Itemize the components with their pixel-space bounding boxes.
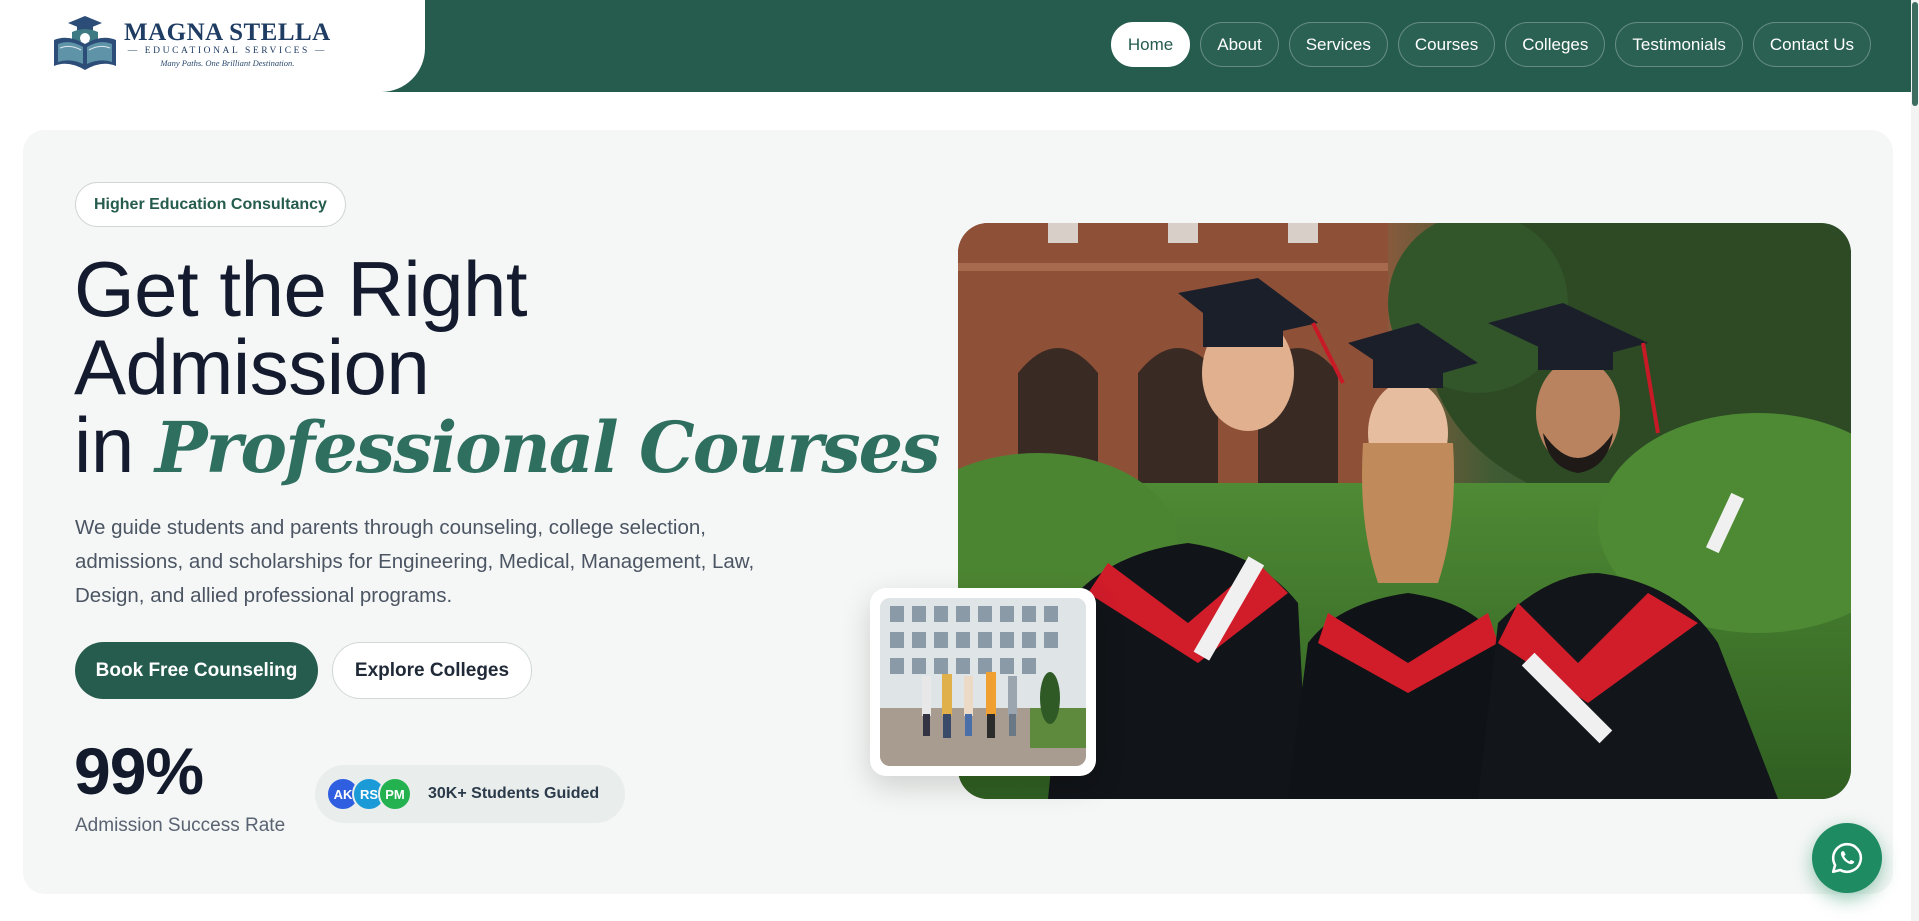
headline-line-3: in Professional Courses <box>74 406 941 487</box>
book-counseling-button[interactable]: Book Free Counseling <box>75 642 318 699</box>
explore-colleges-button[interactable]: Explore Colleges <box>332 642 532 699</box>
book-graduation-logo-icon <box>54 16 116 70</box>
headline-line-1: Get the Right <box>74 245 528 333</box>
nav-item-contact[interactable]: Contact Us <box>1752 22 1871 67</box>
main-nav: Home About Services Courses Colleges Tes… <box>1110 22 1871 67</box>
nav-item-courses[interactable]: Courses <box>1397 22 1496 67</box>
success-rate-value: 99% <box>74 734 204 808</box>
brand-tagline: Many Paths. One Brilliant Destination. <box>160 57 295 68</box>
headline-accent: Professional Courses <box>154 406 941 489</box>
campus-illustration <box>880 598 1086 766</box>
campus-thumbnail <box>870 588 1096 776</box>
nav-item-about[interactable]: About <box>1200 22 1279 67</box>
brand-title: MAGNA STELLA <box>124 18 331 46</box>
site-header: MAGNA STELLA — EDUCATIONAL SERVICES — Ma… <box>0 0 1919 92</box>
scrollbar-thumb[interactable] <box>1912 2 1918 106</box>
headline-line-2: Admission <box>74 323 430 411</box>
nav-item-testimonials[interactable]: Testimonials <box>1615 22 1743 67</box>
nav-item-colleges[interactable]: Colleges <box>1505 22 1606 67</box>
logo-plate: MAGNA STELLA — EDUCATIONAL SERVICES — Ma… <box>0 0 425 92</box>
consultancy-badge: Higher Education Consultancy <box>75 182 346 227</box>
nav-item-home[interactable]: Home <box>1110 22 1191 67</box>
scrollbar-track[interactable] <box>1911 0 1919 921</box>
hero-description: We guide students and parents through co… <box>75 516 755 607</box>
brand-subtitle: — EDUCATIONAL SERVICES — <box>127 45 328 56</box>
nav-item-services[interactable]: Services <box>1288 22 1388 67</box>
brand-text: MAGNA STELLA — EDUCATIONAL SERVICES — Ma… <box>124 18 331 69</box>
headline-in: in <box>74 401 155 489</box>
hero-section: Higher Education Consultancy Get the Rig… <box>23 130 1893 894</box>
brand-logo[interactable]: MAGNA STELLA — EDUCATIONAL SERVICES — Ma… <box>50 14 331 74</box>
campus-thumbnail-image <box>880 598 1086 766</box>
avatar: PM <box>378 777 412 811</box>
hero-headline: Get the Right Admission in Professional … <box>74 245 941 487</box>
students-guided-label: 30K+ Students Guided <box>428 785 600 802</box>
whatsapp-icon <box>1831 842 1863 874</box>
success-rate-label: Admission Success Rate <box>75 815 286 836</box>
students-guided-pill: AK RS PM 30K+ Students Guided <box>315 765 625 823</box>
whatsapp-button[interactable] <box>1812 823 1882 893</box>
